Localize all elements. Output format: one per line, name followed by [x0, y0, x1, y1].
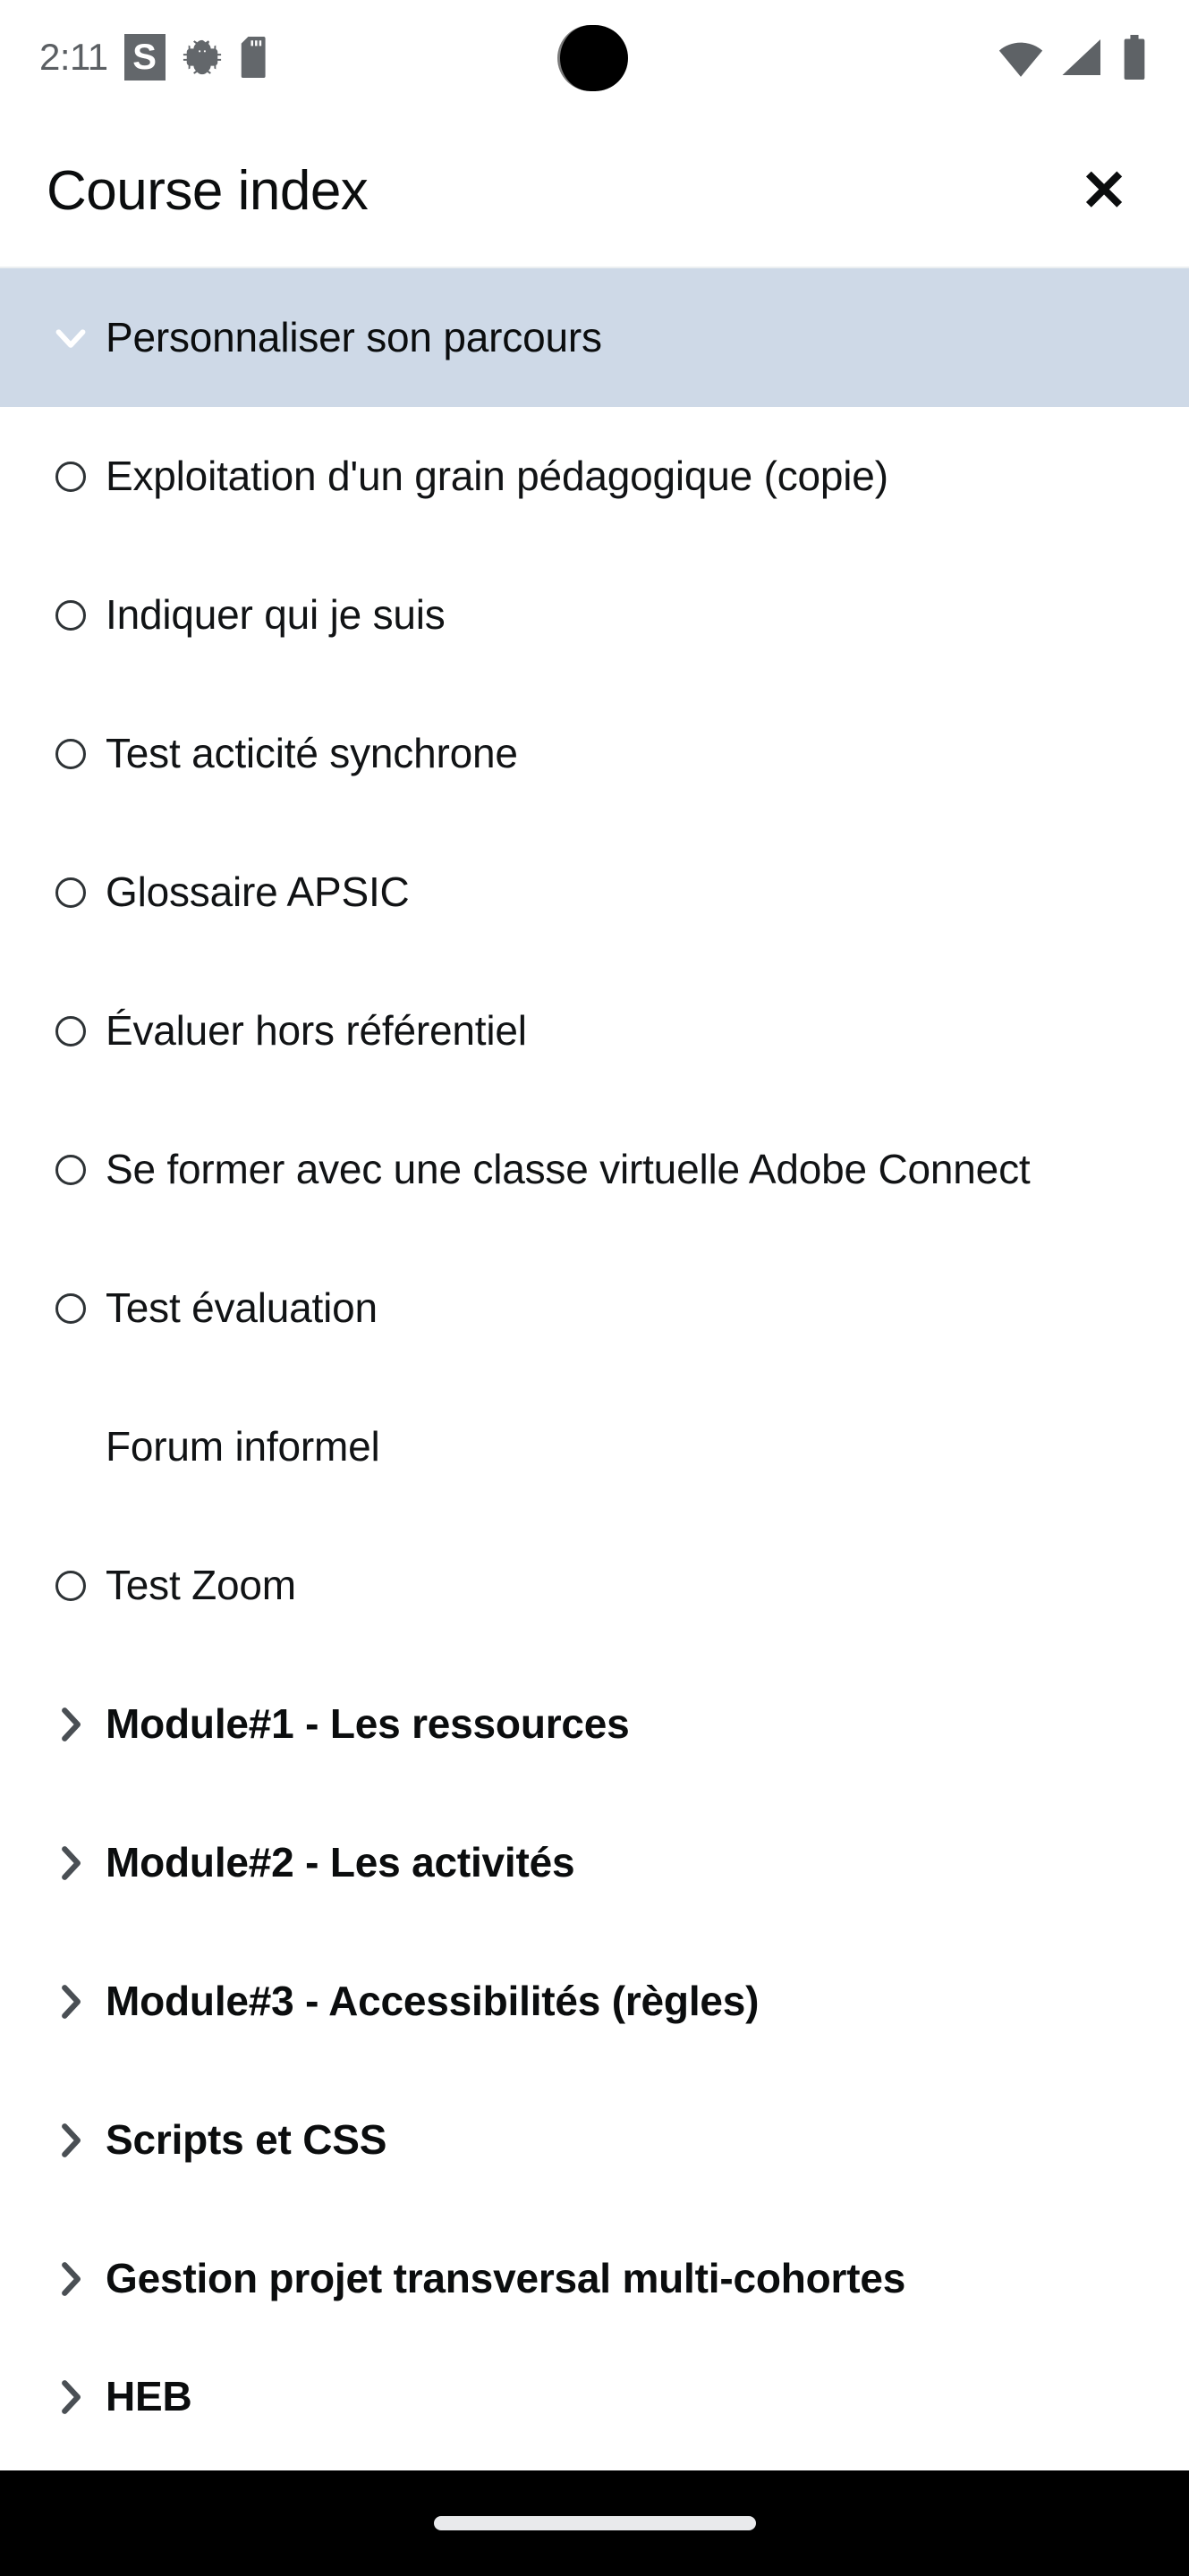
course-index-item-label: HEB	[106, 2373, 192, 2419]
course-section-row[interactable]: Gestion projet transversal multi-cohorte…	[0, 2209, 1189, 2348]
completion-circle-icon[interactable]	[36, 1015, 106, 1046]
course-section-row[interactable]: Personnaliser son parcours	[0, 268, 1189, 407]
completion-circle-icon[interactable]	[36, 1154, 106, 1185]
course-activity-row[interactable]: Test Zoom	[0, 1516, 1189, 1655]
no-icon-placeholder	[36, 1432, 106, 1462]
status-bar-clock: 2:11	[39, 36, 108, 78]
course-activity-row[interactable]: Évaluer hors référentiel	[0, 962, 1189, 1100]
course-index-item-label: Forum informel	[106, 1423, 380, 1470]
completion-circle-icon[interactable]	[36, 461, 106, 492]
course-section-row[interactable]: HEB	[0, 2348, 1189, 2428]
completion-circle-icon[interactable]	[36, 1570, 106, 1601]
course-index-item-label: Test évaluation	[106, 1284, 378, 1332]
wifi-icon	[996, 37, 1046, 78]
android-navigation-bar	[0, 2470, 1189, 2576]
s-badge-icon: S	[123, 34, 166, 80]
page-title: Course index	[47, 159, 369, 222]
chevron-right-icon[interactable]	[36, 1700, 106, 1749]
chevron-right-icon[interactable]	[36, 2373, 106, 2421]
course-index-item-label: Personnaliser son parcours	[106, 314, 602, 361]
battery-icon	[1119, 35, 1150, 80]
course-index-item-label: Scripts et CSS	[106, 2116, 387, 2164]
course-activity-row[interactable]: Test acticité synchrone	[0, 684, 1189, 823]
completion-circle-icon[interactable]	[36, 877, 106, 908]
status-bar-right	[996, 35, 1150, 80]
cell-signal-icon	[1060, 37, 1105, 78]
course-index-header: Course index ✕	[0, 114, 1189, 268]
course-section-row[interactable]: Module#1 - Les ressources	[0, 1655, 1189, 1793]
chevron-right-icon[interactable]	[36, 1978, 106, 2026]
course-index-item-label: Glossaire APSIC	[106, 869, 410, 916]
completion-circle-icon[interactable]	[36, 1292, 106, 1324]
course-index-item-label: Module#2 - Les activités	[106, 1839, 575, 1886]
chevron-right-icon[interactable]	[36, 2255, 106, 2303]
course-index-item-label: Exploitation d'un grain pédagogique (cop…	[106, 453, 888, 500]
course-index-item-label: Gestion projet transversal multi-cohorte…	[106, 2255, 906, 2302]
status-bar-left: 2:11 S	[39, 34, 275, 80]
close-icon[interactable]: ✕	[1055, 141, 1153, 240]
home-gesture-pill[interactable]	[433, 2516, 756, 2530]
course-activity-row[interactable]: Test évaluation	[0, 1239, 1189, 1377]
camera-notch	[556, 25, 628, 91]
status-bar: 2:11 S	[0, 0, 1189, 114]
android-bug-icon	[182, 37, 223, 78]
course-activity-row[interactable]: Glossaire APSIC	[0, 823, 1189, 962]
course-index-item-label: Test Zoom	[106, 1562, 296, 1609]
course-activity-row[interactable]: Indiquer qui je suis	[0, 546, 1189, 684]
chevron-down-icon[interactable]	[36, 314, 106, 362]
course-section-row[interactable]: Scripts et CSS	[0, 2071, 1189, 2209]
course-section-row[interactable]: Module#2 - Les activités	[0, 1793, 1189, 1932]
sd-card-icon	[239, 37, 275, 78]
course-activity-row[interactable]: Forum informel	[0, 1377, 1189, 1516]
course-section-row[interactable]: Module#3 - Accessibilités (règles)	[0, 1932, 1189, 2071]
course-index-item-label: Test acticité synchrone	[106, 730, 518, 777]
completion-circle-icon[interactable]	[36, 599, 106, 631]
course-activity-row[interactable]: Se former avec une classe virtuelle Adob…	[0, 1100, 1189, 1239]
course-index-item-label: Module#1 - Les ressources	[106, 1700, 630, 1748]
course-index-item-label: Indiquer qui je suis	[106, 591, 446, 639]
course-index-item-label: Évaluer hors référentiel	[106, 1007, 527, 1055]
course-activity-row[interactable]: Exploitation d'un grain pédagogique (cop…	[0, 407, 1189, 546]
course-index-item-label: Se former avec une classe virtuelle Adob…	[106, 1146, 1031, 1193]
course-index-item-label: Module#3 - Accessibilités (règles)	[106, 1978, 760, 2025]
course-index-list[interactable]: Personnaliser son parcours Exploitation d…	[0, 268, 1189, 2428]
completion-circle-icon[interactable]	[36, 738, 106, 769]
chevron-right-icon[interactable]	[36, 1839, 106, 1887]
chevron-right-icon[interactable]	[36, 2116, 106, 2165]
